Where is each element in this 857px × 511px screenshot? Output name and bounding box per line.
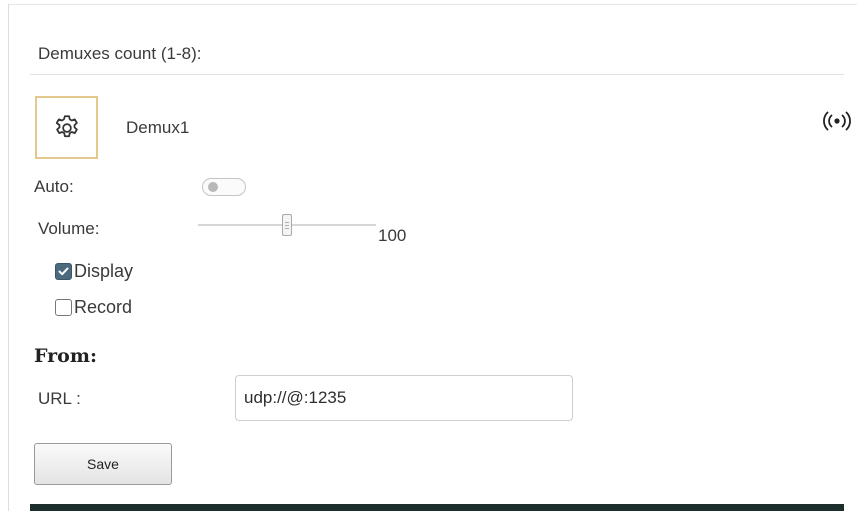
volume-slider[interactable] [198, 212, 376, 238]
display-label: Display [74, 261, 134, 281]
url-label: URL : [38, 389, 81, 408]
checkmark-icon [58, 267, 69, 276]
section-divider [30, 74, 844, 75]
display-checkbox[interactable] [55, 263, 72, 280]
broadcast-icon [823, 111, 851, 131]
gear-icon [55, 114, 78, 137]
volume-slider-thumb[interactable] [282, 214, 292, 236]
record-option[interactable]: Record [55, 297, 132, 318]
auto-toggle-knob [208, 182, 218, 192]
panel-left-border [8, 4, 9, 511]
record-label: Record [74, 297, 133, 317]
display-option[interactable]: Display [55, 261, 133, 282]
volume-label: Volume: [38, 219, 100, 238]
url-input[interactable] [235, 375, 573, 421]
from-heading: From: [34, 345, 97, 367]
bottom-bar [30, 504, 844, 511]
auto-label: Auto: [34, 177, 74, 196]
panel-top-border [8, 4, 857, 5]
demux-name: Demux1 [126, 118, 190, 137]
volume-value: 100 [378, 226, 407, 245]
demuxes-count-label: Demuxes count (1-8): [38, 44, 202, 63]
auto-toggle[interactable] [202, 178, 246, 196]
demux-settings-button[interactable] [35, 96, 98, 159]
save-button[interactable]: Save [34, 443, 172, 485]
record-checkbox[interactable] [55, 299, 72, 316]
